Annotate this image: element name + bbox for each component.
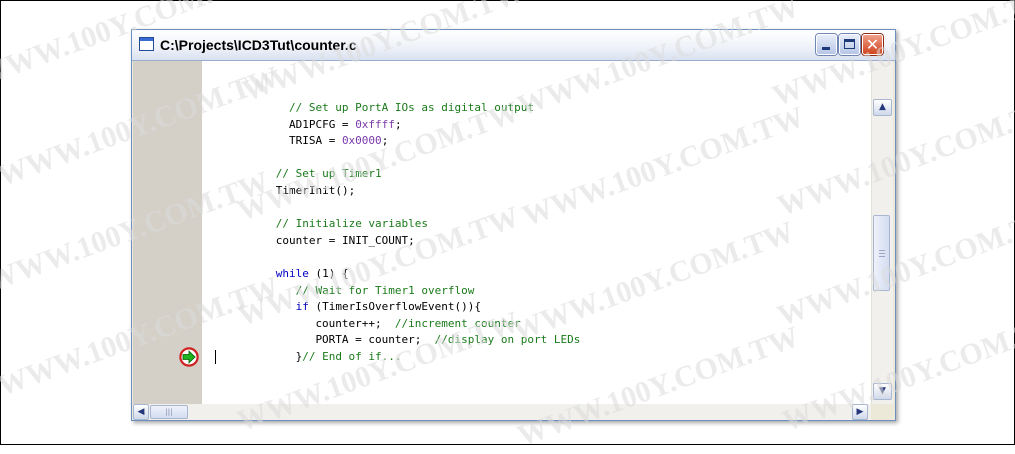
scroll-up-button[interactable]: ▲: [873, 99, 892, 116]
code-number: 0x0000: [341, 134, 382, 148]
editor-window: C:\Projects\ICD3Tut\counter.c ✕ // Set u…: [131, 29, 896, 421]
code-keyword: if: [295, 300, 309, 314]
code-text: TimerInit();: [275, 184, 356, 197]
code-number: 0xffff: [355, 117, 395, 131]
code-line[interactable]: counter++; //increment counter: [315, 317, 520, 330]
code-comment: // Wait for Timer1 overflow: [295, 283, 475, 297]
text-caret: [215, 350, 216, 364]
code-text: TRISA =: [288, 134, 342, 148]
code-comment: // Set up Timer1: [275, 167, 382, 181]
code-line[interactable]: // Set up Timer1: [276, 167, 382, 180]
scroll-right-button[interactable]: ▶: [852, 404, 868, 420]
code-line[interactable]: // Initialize variables: [276, 217, 428, 230]
horizontal-scrollbar[interactable]: ◀ ||| ▶: [133, 404, 871, 420]
maximize-button[interactable]: [839, 34, 860, 55]
code-line[interactable]: counter = INIT_COUNT;: [276, 234, 415, 247]
code-text: (1) {: [308, 267, 349, 280]
close-button[interactable]: ✕: [862, 34, 883, 55]
maximize-icon: [844, 39, 855, 49]
horizontal-scroll-thumb[interactable]: |||: [150, 405, 188, 419]
scroll-down-button[interactable]: ▼: [873, 383, 892, 400]
code-line[interactable]: // Set up PortA IOs as digital output: [289, 101, 534, 114]
scroll-left-button[interactable]: ◀: [133, 404, 149, 420]
size-grip[interactable]: [871, 404, 893, 420]
code-line[interactable]: // Wait for Timer1 overflow: [296, 284, 475, 297]
code-comment: // End of if...: [302, 350, 402, 363]
code-line[interactable]: TimerInit();: [276, 184, 355, 197]
code-text: counter++;: [315, 316, 395, 330]
code-comment: //increment counter: [394, 316, 521, 330]
vertical-scrollbar[interactable]: ▲ ▼: [871, 61, 893, 404]
code-keyword: while: [275, 267, 309, 280]
window-title: C:\Projects\ICD3Tut\counter.c: [160, 37, 357, 53]
code-text: ;: [381, 134, 389, 148]
code-editor[interactable]: // Set up PortA IOs as digital output AD1…: [202, 61, 871, 404]
code-line[interactable]: if (TimerIsOverflowEvent()){: [296, 300, 481, 313]
code-text: ;: [394, 117, 402, 131]
minimize-button[interactable]: [816, 34, 837, 55]
code-line[interactable]: TRISA = 0x0000;: [289, 134, 388, 147]
code-text: counter = INIT_COUNT;: [275, 233, 415, 247]
minimize-icon: [822, 47, 830, 50]
code-comment: //display on port LEDs: [434, 333, 581, 347]
code-text: PORTA = counter;: [315, 333, 435, 347]
execution-pointer-icon: [179, 347, 199, 367]
code-line[interactable]: }// End of if...: [296, 350, 402, 363]
breakpoint-gutter[interactable]: [133, 61, 202, 404]
vertical-scroll-thumb[interactable]: [873, 215, 890, 291]
code-line[interactable]: AD1PCFG = 0xffff;: [289, 118, 402, 131]
close-icon: ✕: [865, 35, 880, 54]
code-text: AD1PCFG =: [288, 117, 356, 131]
document-window-icon[interactable]: [139, 37, 154, 51]
title-bar[interactable]: C:\Projects\ICD3Tut\counter.c ✕: [132, 30, 895, 61]
code-text: (TimerIsOverflowEvent()){: [308, 300, 482, 314]
code-line[interactable]: while (1) {: [276, 267, 349, 280]
code-comment: // Set up PortA IOs as digital output: [288, 101, 534, 114]
code-line[interactable]: PORTA = counter; //display on port LEDs: [315, 333, 580, 346]
code-comment: // Initialize variables: [275, 217, 429, 231]
